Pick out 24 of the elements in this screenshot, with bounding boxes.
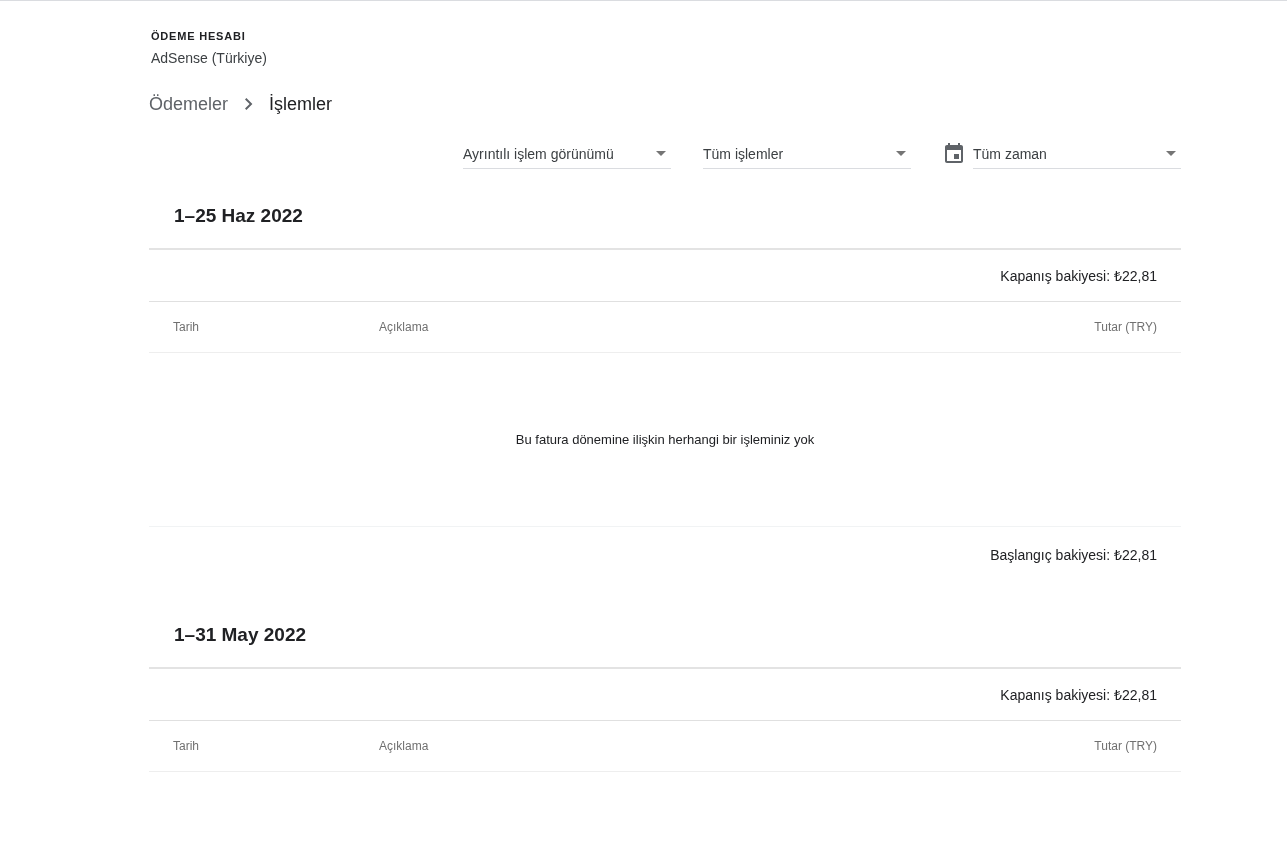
closing-balance: Kapanış bakiyesi: ₺22,81	[1000, 266, 1157, 286]
column-header: Tarih	[173, 738, 199, 754]
period-title: 1–25 Haz 2022	[174, 204, 303, 228]
filter-dropdown[interactable]: Tüm işlemler	[703, 137, 911, 169]
empty-message: Bu fatura dönemine ilişkin herhangi bir işleminiz yok	[515, 430, 815, 449]
breadcrumb-current: İşlemler	[269, 93, 333, 116]
filter-dropdown[interactable]: Ayrıntılı işlem görünümü	[463, 137, 671, 169]
dropdown-arrow-icon	[656, 151, 666, 156]
chevron-right-icon	[245, 98, 254, 110]
account-label: ÖDEME HESABI	[151, 29, 246, 44]
closing-balance: Kapanış bakiyesi: ₺22,81	[1000, 685, 1157, 705]
column-header: Açıklama	[379, 738, 429, 754]
column-header: Açıklama	[379, 319, 429, 335]
dropdown-arrow-icon	[1166, 151, 1176, 156]
breadcrumb-link[interactable]: Ödemeler	[149, 92, 229, 116]
filter-dropdown[interactable]: Tüm zaman	[973, 137, 1181, 169]
column-header: Tutar (TRY)	[1094, 738, 1157, 754]
column-header: Tutar (TRY)	[1094, 319, 1157, 335]
period-title: 1–31 May 2022	[174, 623, 307, 647]
dropdown-arrow-icon	[896, 151, 906, 156]
calendar-icon[interactable]	[945, 143, 963, 163]
opening-balance: Başlangıç bakiyesi: ₺22,81	[990, 545, 1157, 565]
column-header: Tarih	[173, 319, 199, 335]
account-name: AdSense (Türkiye)	[151, 49, 267, 68]
